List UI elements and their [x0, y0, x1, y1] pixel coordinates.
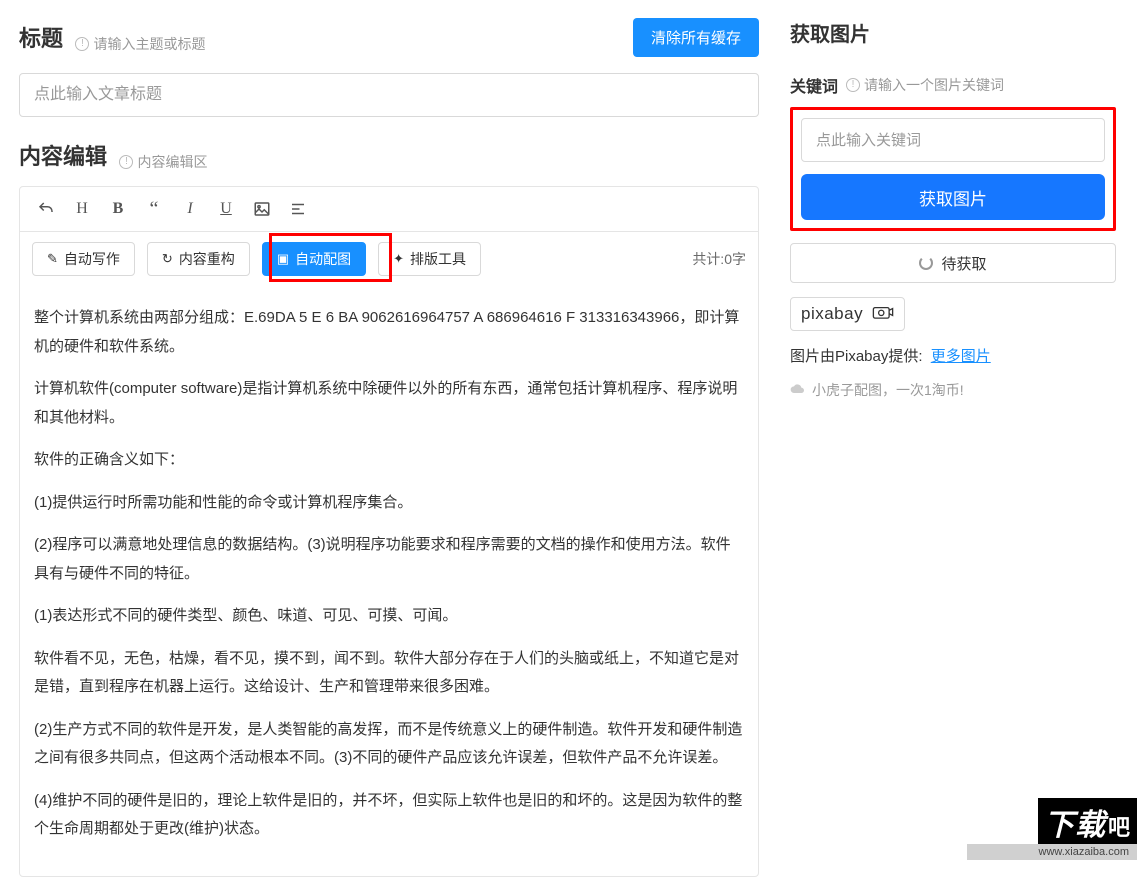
quote-icon[interactable]: “ [140, 195, 168, 223]
keyword-label: 关键词 [790, 73, 838, 97]
keyword-header: 关键词 ! 请输入一个图片关键词 [790, 73, 1116, 97]
refresh-icon: ↻ [162, 251, 173, 267]
paragraph: (4)维护不同的硬件是旧的，理论上软件是旧的，并不坏，但实际上软件也是旧的和坏的… [34, 787, 744, 844]
editor-box: H B “ I U ✎ 自动写作 ↻ 内容 [19, 186, 759, 877]
clear-cache-button[interactable]: 清除所有缓存 [633, 18, 759, 57]
paragraph: 计算机软件(computer software)是指计算机系统中除硬件以外的所有… [34, 375, 744, 432]
heading-icon[interactable]: H [68, 195, 96, 223]
info-icon: ! [846, 78, 860, 92]
image-icon: ▣ [277, 251, 289, 267]
paragraph: 软件看不见，无色，枯燥，看不见，摸不到，闻不到。软件大部分存在于人们的头脑或纸上… [34, 645, 744, 702]
keyword-panel-highlight: 获取图片 [790, 107, 1116, 231]
main-column: 标题 ! 请输入主题或标题 清除所有缓存 内容编辑 ! 内容编辑区 [0, 0, 769, 860]
content-section-label: 内容编辑 [19, 144, 107, 169]
paragraph: (1)表达形式不同的硬件类型、颜色、味道、可见、可摸、可闻。 [34, 602, 744, 631]
side-title: 获取图片 [790, 18, 1116, 47]
title-header: 标题 ! 请输入主题或标题 清除所有缓存 [19, 18, 759, 57]
pencil-icon: ✎ [47, 251, 58, 267]
more-images-link[interactable]: 更多图片 [931, 348, 991, 365]
layout-tool-button[interactable]: ✦ 排版工具 [378, 242, 481, 276]
content-hint: ! 内容编辑区 [119, 152, 207, 172]
fetch-image-button[interactable]: 获取图片 [801, 174, 1105, 220]
underline-icon[interactable]: U [212, 195, 240, 223]
wand-icon: ✦ [393, 251, 404, 267]
auto-write-button[interactable]: ✎ 自动写作 [32, 242, 135, 276]
paragraph: (2)程序可以满意地处理信息的数据结构。(3)说明程序功能要求和程序需要的文档的… [34, 531, 744, 588]
paragraph: (1)提供运行时所需功能和性能的命令或计算机程序集合。 [34, 489, 744, 518]
side-column: 获取图片 关键词 ! 请输入一个图片关键词 获取图片 待获取 pixabay 图… [769, 0, 1137, 860]
word-count: 共计:0字 [692, 249, 746, 269]
watermark-logo: 下载吧 [1038, 798, 1137, 844]
credit-line: 图片由Pixabay提供: 更多图片 [790, 345, 1116, 366]
format-toolbar: H B “ I U [20, 187, 758, 232]
title-section-label: 标题 [19, 26, 63, 51]
pending-button[interactable]: 待获取 [790, 243, 1116, 283]
keyword-hint: ! 请输入一个图片关键词 [846, 75, 1004, 95]
info-icon: ! [119, 155, 133, 169]
paragraph: (2)生产方式不同的软件是开发，是人类智能的高发挥，而不是传统意义上的硬件制造。… [34, 716, 744, 773]
editor-content[interactable]: 整个计算机系统由两部分组成：E.69DA 5 E 6 BA 9062616964… [20, 286, 758, 876]
image-icon[interactable] [248, 195, 276, 223]
watermark: 下载吧 www.xiazaiba.com [967, 798, 1137, 860]
action-toolbar: ✎ 自动写作 ↻ 内容重构 ▣ 自动配图 ✦ 排版工具 共计:0字 [20, 232, 758, 286]
watermark-url: www.xiazaiba.com [967, 844, 1137, 860]
paragraph: 软件的正确含义如下： [34, 446, 744, 475]
cloud-icon [790, 382, 806, 398]
content-header: 内容编辑 ! 内容编辑区 [19, 139, 759, 172]
auto-image-button[interactable]: ▣ 自动配图 [262, 242, 366, 276]
title-hint: ! 请输入主题或标题 [75, 34, 205, 54]
info-icon: ! [75, 37, 89, 51]
promo-line: 小虎子配图，一次1淘币! [790, 380, 1116, 400]
bold-icon[interactable]: B [104, 195, 132, 223]
spinner-icon [919, 256, 933, 270]
camera-icon [872, 304, 894, 323]
keyword-input[interactable] [801, 118, 1105, 162]
restructure-button[interactable]: ↻ 内容重构 [147, 242, 250, 276]
align-icon[interactable] [284, 195, 312, 223]
article-title-input[interactable] [19, 73, 759, 117]
italic-icon[interactable]: I [176, 195, 204, 223]
pixabay-logo: pixabay [790, 297, 905, 331]
paragraph: 整个计算机系统由两部分组成：E.69DA 5 E 6 BA 9062616964… [34, 304, 744, 361]
undo-icon[interactable] [32, 195, 60, 223]
